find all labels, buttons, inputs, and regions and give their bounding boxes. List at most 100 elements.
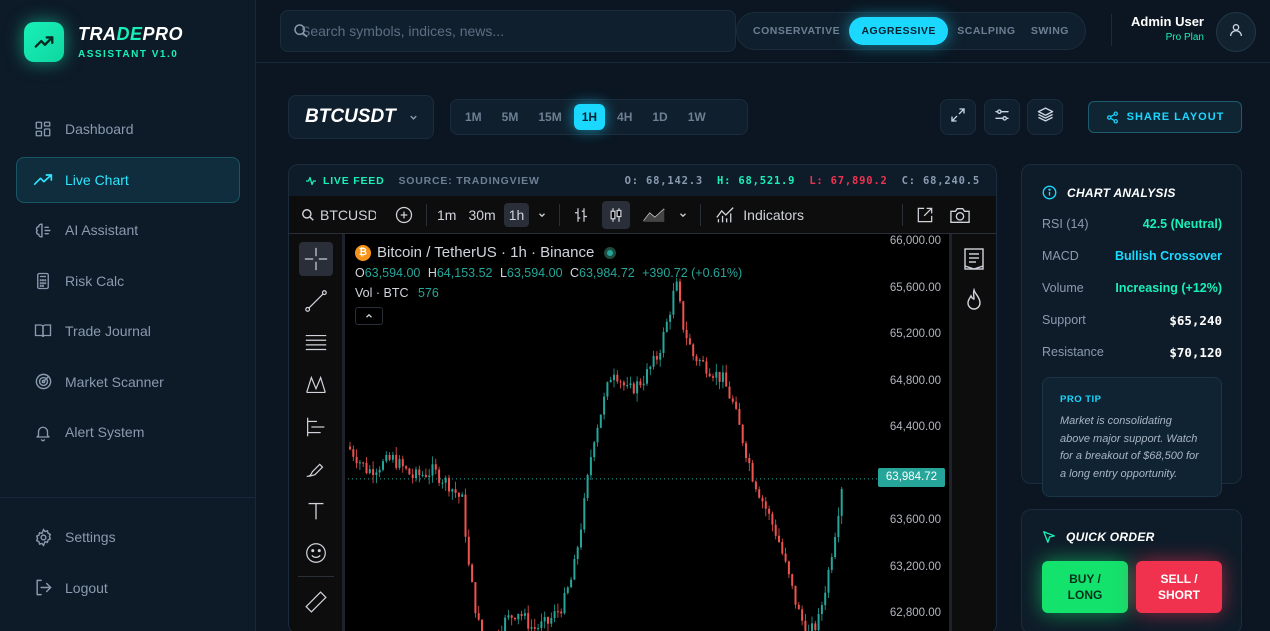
candle-body: [794, 585, 797, 605]
mode-swing[interactable]: SWING: [1025, 17, 1075, 45]
candle-body: [576, 547, 579, 560]
chevron-down-icon[interactable]: [537, 210, 547, 220]
tf-1h[interactable]: 1H: [573, 104, 606, 130]
candle: [530, 619, 533, 631]
brush-tool[interactable]: [299, 452, 333, 486]
forecast-tool[interactable]: [299, 410, 333, 444]
layers-button[interactable]: [1027, 99, 1063, 135]
price-axis[interactable]: 66,000.00 65,600.00 65,200.00 64,800.00 …: [878, 234, 947, 631]
candle-body: [814, 623, 817, 631]
candle: [662, 327, 665, 358]
tv-top-toolbar: BTCUSDT 1m 30m 1h Indicators: [289, 196, 996, 234]
chevron-down-icon[interactable]: [678, 210, 688, 220]
brand-logo[interactable]: TRADEPRO ASSISTANT V1.0: [24, 22, 183, 62]
sidebar-item-market-scanner[interactable]: Market Scanner: [16, 359, 240, 405]
candle-chart-type-icon[interactable]: [602, 200, 631, 229]
user-name: Admin User: [1131, 14, 1204, 29]
indicators-button[interactable]: Indicators: [743, 207, 804, 223]
symbol-selector[interactable]: BTCUSDT: [288, 95, 434, 139]
avatar[interactable]: [1216, 12, 1256, 52]
pattern-tool[interactable]: [299, 368, 333, 402]
sidebar-item-logout[interactable]: Logout: [16, 565, 240, 611]
tf-1d[interactable]: 1D: [644, 104, 675, 130]
candle: [705, 357, 708, 378]
mode-scalping[interactable]: SCALPING: [951, 17, 1021, 45]
crosshair-tool[interactable]: [298, 242, 333, 276]
price-tick: 64,800.00: [889, 375, 941, 387]
text-tool[interactable]: [299, 494, 333, 528]
candle: [639, 378, 642, 388]
candle: [702, 355, 705, 363]
top-bar: CONSERVATIVE AGGRESSIVE SCALPING SWING A…: [256, 0, 1270, 63]
search-icon[interactable]: [301, 208, 315, 222]
ohlc-close: C: 68,240.5: [901, 175, 980, 187]
candle: [599, 414, 602, 429]
ruler-tool[interactable]: [299, 585, 333, 619]
tv-interval-1m[interactable]: 1m: [437, 207, 456, 223]
tf-5m[interactable]: 5M: [494, 104, 527, 130]
radar-icon: [33, 372, 53, 392]
ohlc-low: L: 67,890.2: [809, 175, 888, 187]
sidebar-bottom-nav: Settings Logout: [16, 514, 240, 615]
snapshot-share-icon[interactable]: [915, 205, 935, 225]
candle-body: [408, 468, 411, 475]
sidebar-item-alert-system[interactable]: Alert System: [16, 409, 240, 455]
pro-tip-title: PRO TIP: [1060, 394, 1102, 405]
trendline-tool[interactable]: [299, 284, 333, 318]
tv-interval-1h[interactable]: 1h: [503, 202, 530, 227]
candle: [477, 605, 480, 621]
tf-4h[interactable]: 4H: [609, 104, 640, 130]
area-chart-type-icon[interactable]: [642, 206, 666, 224]
candle: [811, 616, 813, 631]
sidebar-item-risk-calc[interactable]: Risk Calc: [16, 258, 240, 304]
sidebar-item-dashboard[interactable]: Dashboard: [16, 106, 240, 152]
sidebar-item-live-chart[interactable]: Live Chart: [16, 156, 240, 203]
zoom-tool[interactable]: [299, 627, 333, 631]
volume-value: 576: [417, 286, 439, 300]
tf-1w[interactable]: 1W: [680, 104, 714, 130]
fib-tool[interactable]: [299, 326, 333, 360]
sidebar-item-label: Logout: [65, 579, 108, 596]
share-layout-button[interactable]: SHARE LAYOUT: [1088, 101, 1242, 133]
camera-icon[interactable]: [949, 205, 971, 225]
sell-short-button[interactable]: SELL / SHORT: [1136, 561, 1222, 613]
watchlist-icon[interactable]: [962, 246, 996, 272]
candle-body: [626, 385, 629, 387]
tv-symbol[interactable]: BTCUSDT: [320, 207, 376, 223]
emoji-tool[interactable]: [299, 536, 333, 570]
tf-1m[interactable]: 1M: [457, 104, 490, 130]
indicators-icon[interactable]: [715, 206, 735, 224]
candle-body: [451, 489, 454, 492]
tf-15m[interactable]: 15M: [530, 104, 569, 130]
candle: [649, 365, 652, 376]
candle-body: [504, 617, 507, 631]
buy-long-button[interactable]: BUY / LONG: [1042, 561, 1128, 613]
candle: [517, 613, 520, 625]
fullscreen-button[interactable]: [940, 99, 976, 135]
sidebar-item-settings[interactable]: Settings: [16, 514, 240, 560]
mode-aggressive[interactable]: AGGRESSIVE: [849, 17, 948, 45]
candle-body: [692, 344, 695, 357]
mode-conservative[interactable]: CONSERVATIVE: [747, 17, 846, 45]
settings-sliders-button[interactable]: [984, 99, 1020, 135]
tv-interval-30m[interactable]: 30m: [468, 207, 495, 223]
candle-body: [837, 515, 840, 538]
add-symbol-icon[interactable]: [394, 205, 414, 225]
candle: [642, 375, 645, 391]
candle-body: [550, 618, 553, 624]
collapse-legend-button[interactable]: [355, 307, 383, 325]
candle: [721, 365, 724, 389]
hotlist-fire-icon[interactable]: [962, 288, 996, 314]
row-value: Bullish Crossover: [1115, 249, 1222, 263]
candle: [636, 376, 639, 402]
sidebar-item-trade-journal[interactable]: Trade Journal: [16, 308, 240, 354]
sidebar-item-ai-assistant[interactable]: AI Assistant: [16, 207, 240, 253]
bar-chart-type-icon[interactable]: [572, 206, 590, 224]
candle-body: [824, 592, 827, 606]
search-input[interactable]: [301, 23, 701, 39]
candle: [774, 519, 777, 540]
candle: [444, 475, 447, 491]
candle-body: [662, 331, 665, 353]
candle: [382, 458, 384, 472]
candle: [791, 573, 794, 590]
